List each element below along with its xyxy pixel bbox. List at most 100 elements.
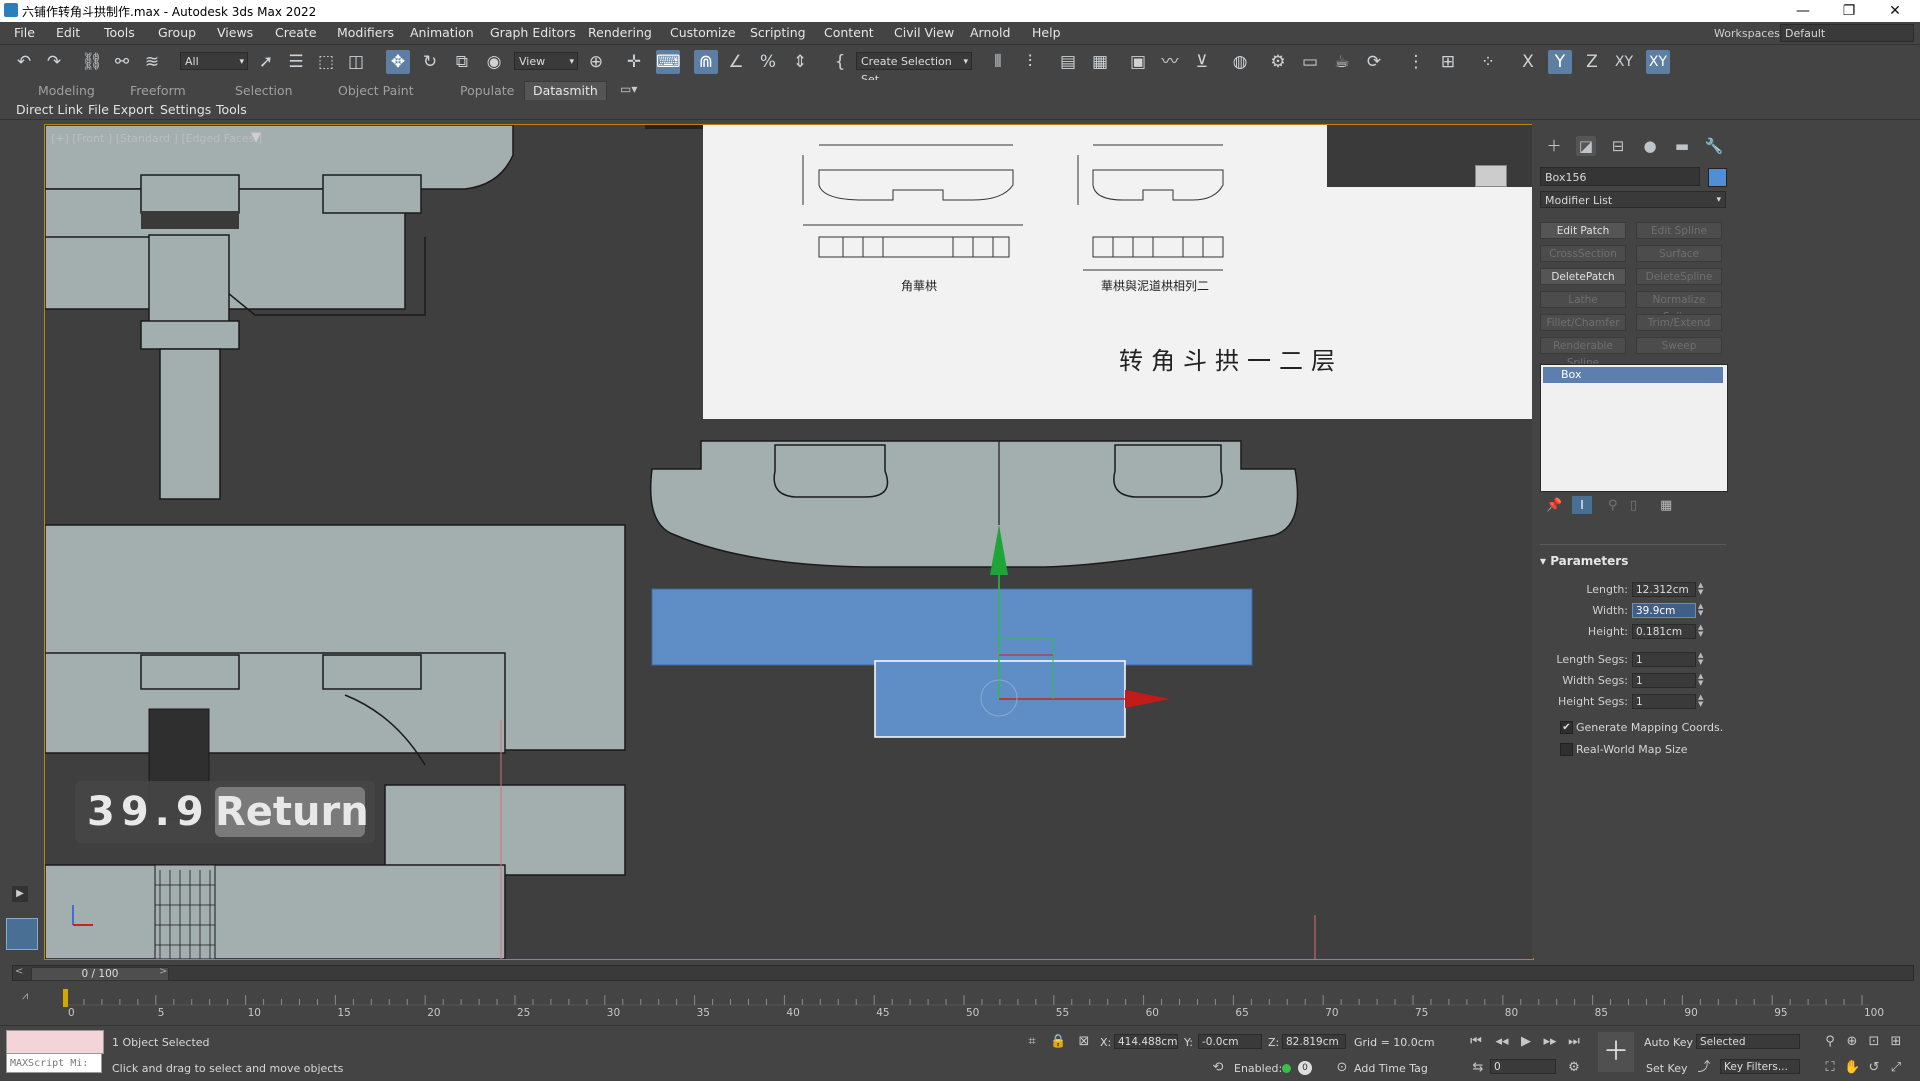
window-crossing-icon[interactable]: ◫: [344, 50, 368, 74]
menu-group[interactable]: Group: [158, 25, 196, 40]
trim-extend-button[interactable]: Trim/Extend: [1636, 314, 1722, 331]
previous-frame-icon[interactable]: ◂◂: [1494, 1034, 1510, 1050]
select-manipulate-icon[interactable]: ✛: [622, 50, 646, 74]
pan-view-icon[interactable]: ✋: [1844, 1060, 1860, 1076]
show-end-result-icon[interactable]: Ⅰ: [1572, 496, 1592, 514]
enabled-indicator[interactable]: [1282, 1064, 1291, 1073]
direct-link-button[interactable]: Direct Link: [16, 102, 83, 117]
box-upper[interactable]: [651, 588, 1253, 666]
edit-named-selection-icon[interactable]: {: [828, 50, 852, 74]
x-coordinate-field[interactable]: 414.488cm: [1114, 1034, 1178, 1049]
zoom-extents-all-icon[interactable]: ⊞: [1888, 1034, 1904, 1050]
height-field[interactable]: 0.181cm: [1632, 624, 1696, 639]
time-tag-icon[interactable]: ⊙: [1334, 1060, 1350, 1076]
height-spinner[interactable]: ▲ ▼: [1698, 624, 1706, 639]
maxscript-listener-top[interactable]: [6, 1030, 104, 1054]
motion-tab-icon[interactable]: ●: [1640, 136, 1660, 156]
expand-layout-icon[interactable]: ▶: [12, 886, 28, 902]
add-time-tag[interactable]: Add Time Tag: [1354, 1062, 1428, 1075]
viewport-label[interactable]: [+] [Front ] [Standard ] [Edged Faces ]: [51, 132, 262, 145]
display-tab-icon[interactable]: ▬: [1672, 136, 1692, 156]
ribbon-tab-populate[interactable]: Populate: [460, 83, 514, 98]
percent-snap-icon[interactable]: %: [756, 50, 780, 74]
workspaces-dropdown[interactable]: Default: [1780, 24, 1914, 42]
axis-xy-button[interactable]: XY: [1612, 50, 1636, 74]
selection-filter-dropdown[interactable]: All: [180, 52, 248, 71]
real-world-map-size-checkbox[interactable]: [1560, 743, 1573, 756]
length-field[interactable]: 12.312cm: [1632, 582, 1696, 597]
auto-key-button[interactable]: Auto Key: [1644, 1036, 1693, 1049]
length-segs-field[interactable]: 1: [1632, 652, 1696, 667]
track-bar[interactable]: ⩘ 0 5 10 15 20 25 30 35 40 45 50 55 60 65 70 75 80 85 90 95…: [0, 983, 1920, 1023]
select-object-icon[interactable]: ➚: [254, 50, 278, 74]
pin-stack-icon[interactable]: 📌: [1546, 498, 1562, 513]
file-export-button[interactable]: File Export: [88, 102, 154, 117]
axis-z-button[interactable]: Z: [1580, 50, 1604, 74]
rectangular-selection-icon[interactable]: ⬚: [314, 50, 338, 74]
utilities-tab-icon[interactable]: 🔧: [1704, 136, 1724, 156]
y-coordinate-field[interactable]: -0.0cm: [1198, 1034, 1262, 1049]
modifier-list-dropdown[interactable]: Modifier List: [1540, 191, 1726, 209]
render-production-icon[interactable]: ☕: [1330, 50, 1354, 74]
fillet-chamfer-button[interactable]: Fillet/Chamfer: [1540, 314, 1626, 331]
lathe-button[interactable]: Lathe: [1540, 291, 1626, 308]
toggle-scene-explorer-icon[interactable]: ▤: [1056, 50, 1080, 74]
menu-create[interactable]: Create: [275, 25, 317, 40]
render-activeshade-icon[interactable]: ⟳: [1362, 50, 1386, 74]
maximize-viewport-icon[interactable]: ⤢: [1888, 1060, 1904, 1076]
axis-xy-plane-button[interactable]: XY: [1646, 50, 1670, 74]
selection-lock-icon[interactable]: 🔒: [1050, 1034, 1066, 1050]
surface-button[interactable]: Surface: [1636, 245, 1722, 262]
menu-animation[interactable]: Animation: [410, 25, 474, 40]
material-editor-icon[interactable]: ◍: [1228, 50, 1252, 74]
generate-mapping-checkbox[interactable]: ✔: [1560, 721, 1573, 734]
stack-item-box[interactable]: Box: [1543, 367, 1723, 383]
minimize-button[interactable]: —: [1780, 0, 1826, 22]
object-snap-icon[interactable]: ⁘: [1476, 50, 1500, 74]
key-selection-dropdown[interactable]: Selected: [1696, 1034, 1800, 1049]
axis-y-button[interactable]: Y: [1548, 50, 1572, 74]
curve-editor-icon[interactable]: 〰: [1158, 50, 1182, 74]
z-coordinate-field[interactable]: 82.819cm: [1282, 1034, 1346, 1049]
unlink-icon[interactable]: ⚯: [110, 50, 134, 74]
play-icon[interactable]: ▶: [1518, 1034, 1534, 1050]
edit-patch-button[interactable]: Edit Patch: [1540, 222, 1626, 239]
time-slider-track[interactable]: < 0 / 100 >: [12, 965, 1914, 981]
bind-space-warp-icon[interactable]: ≋: [140, 50, 164, 74]
height-segs-spinner[interactable]: ▲ ▼: [1698, 694, 1706, 709]
select-and-move-icon[interactable]: ✥: [386, 50, 410, 74]
menu-file[interactable]: File: [14, 25, 35, 40]
time-next-icon[interactable]: >: [159, 966, 167, 977]
width-segs-spinner[interactable]: ▲ ▼: [1698, 673, 1706, 688]
orbit-icon[interactable]: ↺: [1866, 1060, 1882, 1076]
ribbon-options-icon[interactable]: ▭▾: [620, 82, 637, 96]
grid-icon[interactable]: ⋮: [1404, 50, 1428, 74]
length-spinner[interactable]: ▲ ▼: [1698, 582, 1706, 597]
ribbon-tab-object-paint[interactable]: Object Paint: [338, 83, 414, 98]
tools-button[interactable]: Tools: [216, 102, 247, 117]
redo-icon[interactable]: ↷: [42, 50, 66, 74]
menu-customize[interactable]: Customize: [670, 25, 736, 40]
current-frame-marker[interactable]: [63, 989, 68, 1007]
key-mode-toggle-icon[interactable]: ⇆: [1470, 1060, 1486, 1076]
keyboard-shortcut-override-icon[interactable]: ⌨: [656, 50, 681, 74]
select-and-rotate-icon[interactable]: ↻: [418, 50, 442, 74]
normalize-spline-button[interactable]: Normalize Spline: [1636, 291, 1722, 323]
zoom-all-icon[interactable]: ⊕: [1844, 1034, 1860, 1050]
absolute-mode-icon[interactable]: ⊠: [1076, 1034, 1092, 1050]
menu-help[interactable]: Help: [1032, 25, 1061, 40]
set-keys-icon[interactable]: ＋: [1598, 1032, 1634, 1072]
menu-modifiers[interactable]: Modifiers: [337, 25, 394, 40]
mirror-icon[interactable]: ⫴: [986, 50, 1010, 74]
named-selection-sets-dropdown[interactable]: Create Selection Set: [856, 52, 972, 86]
next-frame-icon[interactable]: ▸▸: [1542, 1034, 1558, 1050]
create-tab-icon[interactable]: ＋: [1544, 136, 1564, 156]
schematic-view-icon[interactable]: ⊻: [1190, 50, 1214, 74]
menu-graph-editors[interactable]: Graph Editors: [490, 25, 576, 40]
toggle-ribbon-icon[interactable]: ▣: [1126, 50, 1150, 74]
measure-icon[interactable]: ⊞: [1436, 50, 1460, 74]
width-field[interactable]: 39.9cm: [1632, 603, 1696, 618]
menu-rendering[interactable]: Rendering: [588, 25, 652, 40]
object-name-field[interactable]: Box156: [1540, 167, 1700, 186]
width-segs-field[interactable]: 1: [1632, 673, 1696, 688]
